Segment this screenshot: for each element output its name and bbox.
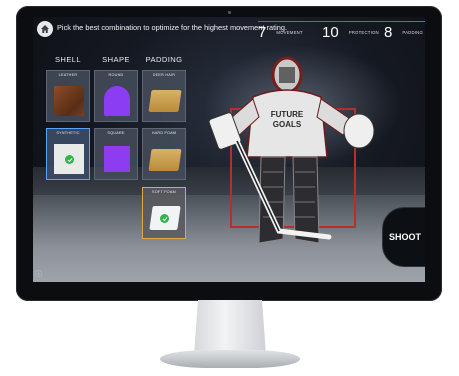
shape-header: SHAPE — [102, 55, 130, 64]
padding-label: PADDING — [402, 29, 424, 35]
camera-icon — [228, 11, 231, 14]
round-swatch — [104, 86, 130, 116]
option-hard-foam[interactable]: HARD FOAM — [142, 128, 186, 180]
home-icon — [41, 25, 49, 33]
option-label: SYNTHETIC — [56, 131, 80, 135]
jersey-line2: GOALS — [273, 120, 302, 129]
movement-value: 7 — [258, 23, 267, 41]
padding-stat: 8 PADDING — [384, 21, 425, 42]
home-button[interactable] — [37, 21, 53, 37]
jersey-line1: FUTURE — [271, 110, 304, 119]
shoot-button[interactable]: SHOOT — [382, 207, 425, 267]
check-icon — [160, 214, 169, 223]
protection-label: PROTECTION — [348, 29, 379, 35]
shell-header: SHELL — [54, 55, 82, 64]
hard-foam-swatch — [148, 149, 182, 171]
option-deer-hair[interactable]: DEER HAIR — [142, 70, 186, 122]
movement-stat: 7 MOVEMENT — [258, 21, 322, 42]
option-square[interactable]: SQUARE — [94, 128, 138, 180]
option-leather[interactable]: LEATHER — [46, 70, 90, 122]
option-synthetic[interactable]: SYNTHETIC — [46, 128, 90, 180]
option-label: ROUND — [108, 73, 124, 77]
option-label: SQUARE — [107, 131, 125, 135]
protection-value: 10 — [322, 23, 339, 41]
option-label: SOFT FOAM — [152, 190, 176, 194]
protection-stat: 10 PROTECTION — [322, 21, 384, 42]
monitor-stand-neck — [194, 300, 266, 355]
option-label: LEATHER — [58, 73, 78, 77]
option-round[interactable]: ROUND — [94, 70, 138, 122]
leather-swatch — [54, 86, 84, 116]
movement-label: MOVEMENT — [276, 29, 303, 35]
monitor-stand-base — [160, 350, 300, 368]
padding-header: PADDING — [145, 55, 183, 64]
game-screen: Pick the best combination to optimize fo… — [33, 17, 425, 282]
square-swatch — [104, 146, 130, 172]
padding-value: 8 — [384, 23, 393, 41]
option-soft-foam[interactable]: SOFT FOAM — [142, 187, 186, 239]
info-icon[interactable]: ⓘ — [35, 269, 44, 278]
goalie-figure: FUTURE GOALS — [208, 56, 375, 244]
shoot-label: SHOOT — [388, 232, 421, 242]
check-icon — [65, 155, 74, 164]
instruction-text: Pick the best combination to optimize fo… — [57, 23, 288, 32]
deer-hair-swatch — [148, 90, 182, 112]
option-label: DEER HAIR — [152, 73, 176, 77]
option-label: HARD FOAM — [151, 131, 177, 135]
